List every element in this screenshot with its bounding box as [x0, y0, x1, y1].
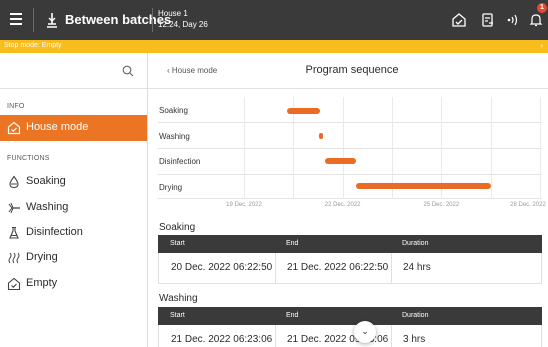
- column-header-end: End: [286, 312, 299, 319]
- page-title: Program sequence: [305, 64, 399, 76]
- gantt-tick-label: 25 Dec. 2022: [423, 202, 460, 208]
- column-header-duration: Duration: [402, 312, 429, 319]
- sidebar-item-label: Empty: [26, 277, 58, 289]
- gantt-row-line: [158, 174, 542, 175]
- sidebar-item-house-mode[interactable]: House mode: [0, 115, 147, 141]
- gantt-row-line: [158, 198, 542, 199]
- section-title-washing: Washing: [159, 293, 198, 304]
- gantt-bar-drying: [355, 183, 491, 189]
- house-icon: [7, 121, 21, 135]
- column-header-start: Start: [170, 240, 185, 247]
- sidebar-item-label: Soaking: [26, 175, 66, 187]
- heat-icon: [8, 252, 20, 264]
- gantt-row-line: [158, 148, 542, 149]
- batch-icon: [47, 13, 57, 28]
- gantt-grid-line: [540, 97, 541, 199]
- house-mode-icon[interactable]: [451, 12, 467, 28]
- washing-icon: [8, 202, 20, 214]
- sidebar-item-drying[interactable]: Drying: [0, 245, 147, 271]
- section-label-info: INFO: [7, 103, 25, 110]
- cell-divider: [275, 325, 276, 347]
- gantt-grid-line: [244, 97, 245, 199]
- table-row: 20 Dec. 2022 06:22:50 21 Dec. 2022 06:22…: [158, 253, 542, 284]
- gantt-tick-label: 22 Dec. 2022: [324, 202, 361, 208]
- header-divider: [152, 8, 153, 32]
- table-header: Start End Duration: [158, 235, 542, 253]
- house-time: 12:24, Day 26: [158, 20, 208, 29]
- gantt-tick-label: 28 Dec. 2022: [510, 202, 546, 208]
- house-name: House 1: [158, 9, 188, 18]
- cell-divider: [391, 325, 392, 347]
- main-content: ‹ House mode Program sequence Soaking Wa…: [148, 53, 548, 347]
- sidebar-item-washing[interactable]: Washing: [0, 195, 147, 221]
- sidebar-item-soaking[interactable]: Soaking: [0, 169, 147, 195]
- section-label-functions: FUNCTIONS: [7, 155, 50, 162]
- cell-duration: 3 hrs: [403, 334, 426, 345]
- cell-end: 21 Dec. 2022 06:22:50: [287, 262, 389, 273]
- menu-icon[interactable]: [10, 13, 22, 25]
- cell-end: 21 Dec. 2022 09:23:06: [287, 334, 389, 345]
- chevron-right-icon: ›: [540, 41, 543, 50]
- droplet-icon: [9, 175, 19, 189]
- report-icon[interactable]: [480, 12, 496, 28]
- gantt-tick-label: 19 Dec. 2022: [226, 202, 262, 208]
- sidebar-item-label: House mode: [26, 121, 89, 133]
- house-empty-icon: [7, 277, 21, 291]
- sidebar-item-label: Washing: [26, 201, 69, 213]
- cell-duration: 24 hrs: [403, 262, 431, 273]
- gantt-row-label: Washing: [159, 132, 190, 141]
- gantt-grid-line: [490, 97, 492, 199]
- sidebar-item-label: Drying: [26, 251, 58, 263]
- program-sequence-chart: Soaking Washing Disinfection Drying 19 D…: [148, 97, 548, 221]
- cell-start: 20 Dec. 2022 06:22:50: [171, 262, 273, 273]
- cell-start: 21 Dec. 2022 06:23:06: [171, 334, 273, 345]
- gantt-grid-line: [342, 97, 344, 199]
- column-header-start: Start: [170, 312, 185, 319]
- gantt-row-label: Soaking: [159, 106, 188, 115]
- sidebar-search[interactable]: [0, 53, 148, 89]
- gantt-bar-disinfection: [324, 158, 356, 164]
- cell-divider: [275, 253, 276, 283]
- bell-icon[interactable]: [528, 12, 544, 28]
- header-title: Between batches: [65, 12, 172, 27]
- notification-badge: 1: [537, 3, 547, 13]
- signal-icon[interactable]: [505, 12, 521, 28]
- sidebar-item-empty[interactable]: Empty: [0, 271, 147, 297]
- section-title-soaking: Soaking: [159, 222, 196, 233]
- scroll-down-button[interactable]: ⌄: [354, 321, 376, 343]
- table-header: Start End Duration: [158, 307, 542, 325]
- gantt-bar-washing: [318, 133, 323, 139]
- search-icon[interactable]: [122, 65, 134, 77]
- flask-icon: [9, 226, 19, 239]
- header-divider: [33, 8, 34, 32]
- gantt-row-label: Disinfection: [159, 157, 201, 166]
- house-info[interactable]: House 1 12:24, Day 26: [158, 8, 208, 30]
- column-header-duration: Duration: [402, 240, 429, 247]
- table-row: 21 Dec. 2022 06:23:06 21 Dec. 2022 09:23…: [158, 325, 542, 347]
- sidebar-item-label: Disinfection: [26, 226, 83, 238]
- sidebar-item-disinfection[interactable]: Disinfection: [0, 220, 147, 246]
- stop-mode-banner[interactable]: Stop mode: Empty ›: [0, 40, 548, 53]
- page-topbar: ‹ House mode Program sequence: [148, 53, 548, 89]
- app-header: Between batches House 1 12:24, Day 26 1: [0, 0, 548, 40]
- sidebar: INFO House mode FUNCTIONS Soaking Washin…: [0, 53, 148, 347]
- stop-mode-text: Stop mode: Empty: [4, 42, 62, 49]
- cell-divider: [391, 253, 392, 283]
- gantt-row-label: Drying: [159, 183, 183, 192]
- chevron-down-icon: ⌄: [361, 326, 369, 336]
- gantt-row-line: [158, 122, 542, 123]
- gantt-bar-soaking: [286, 108, 320, 114]
- column-header-end: End: [286, 240, 299, 247]
